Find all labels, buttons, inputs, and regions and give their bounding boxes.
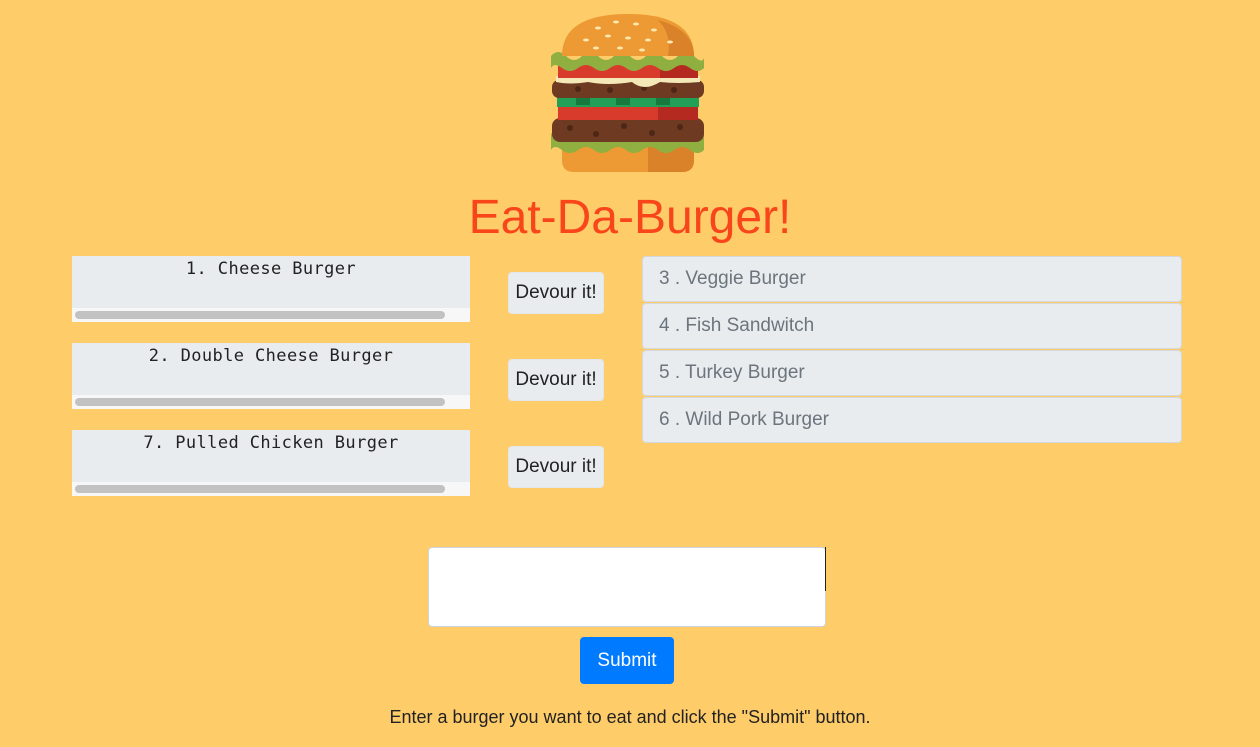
burger-item: 2. Double Cheese Burger [72,343,470,409]
horizontal-scrollbar[interactable] [72,482,470,496]
devoured-item: 6 . Wild Pork Burger [642,397,1182,443]
burger-name: 1. Cheese Burger [185,259,357,279]
scrollbar-thumb[interactable] [75,311,445,319]
horizontal-scrollbar[interactable] [72,308,470,322]
burger-item: 1. Cheese Burger [72,256,470,322]
devoured-list: 3 . Veggie Burger 4 . Fish Sandwitch 5 .… [642,256,1182,444]
devour-button[interactable]: Devour it! [508,359,604,401]
devour-button[interactable]: Devour it! [508,272,604,314]
submit-button[interactable]: Submit [580,637,674,684]
scrollbar-thumb[interactable] [75,398,445,406]
burger-icon [551,14,704,172]
text-caret [825,547,826,591]
scrollbar-thumb[interactable] [75,485,445,493]
instructions-text: Enter a burger you want to eat and click… [389,707,871,727]
burger-name: 2. Double Cheese Burger [148,346,394,366]
burger-name: 7. Pulled Chicken Burger [143,433,399,453]
page-title: Eat-Da-Burger! [468,191,792,244]
devoured-item: 4 . Fish Sandwitch [642,303,1182,349]
burger-item: 7. Pulled Chicken Burger [72,430,470,496]
devoured-item: 5 . Turkey Burger [642,350,1182,396]
devour-button[interactable]: Devour it! [508,446,604,488]
horizontal-scrollbar[interactable] [72,395,470,409]
burger-input[interactable] [428,547,826,627]
devoured-item: 3 . Veggie Burger [642,256,1182,302]
